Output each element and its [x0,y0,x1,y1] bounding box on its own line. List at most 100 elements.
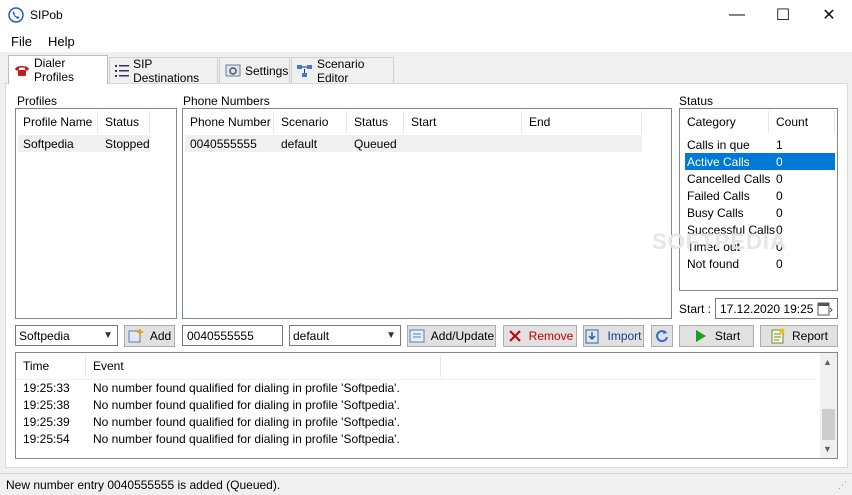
close-icon: ✕ [822,7,836,24]
scenario-cell: default [281,136,318,151]
log-event-cell: No number found qualified for dialing in… [93,431,400,446]
chevron-down-icon: ▼ [386,330,396,341]
scroll-thumb[interactable] [822,409,835,440]
add-update-label: Add/Update [430,329,495,343]
log-time-cell: 19:25:38 [23,397,70,412]
profiles-list[interactable]: Profile Name Status Softpedia Stopped [15,108,177,319]
maximize-button[interactable]: ☐ [760,0,806,30]
log-time-cell: 19:25:33 [23,380,70,395]
menu-bar [0,30,852,52]
column-header-status[interactable]: Status [347,111,404,133]
calendar-icon[interactable] [817,302,833,319]
maximize-icon: ☐ [775,7,791,24]
report-label: Report [791,329,829,343]
tab-label: Settings [245,63,289,78]
tab-label: Scenario Editor [317,56,365,85]
log-event-cell: No number found qualified for dialing in… [93,397,400,412]
category-cell: Cancelled Calls [687,171,771,186]
minimize-icon: — [729,6,745,23]
x-red-icon [507,328,523,344]
log-event-cell: No number found qualified for dialing in… [93,380,400,395]
phone-numbers-list[interactable]: Phone Number Scenario Status Start End 0… [182,108,672,319]
phone-red-icon [14,62,30,78]
import-icon [585,328,601,344]
start-button[interactable]: Start [679,325,754,347]
refresh-icon [654,328,670,344]
column-header-event[interactable]: Event [86,355,441,377]
minimize-button[interactable]: — [714,0,760,30]
scroll-down-icon[interactable]: ▼ [823,444,832,454]
tab-dialer-profiles[interactable]: Dialer Profiles [8,55,108,84]
column-header-start[interactable]: Start [404,111,522,133]
scenario-select[interactable]: default ▼ [289,325,401,346]
phone-numbers-label: Phone Numbers [183,94,270,108]
profile-select-value: Softpedia [19,328,70,343]
report-icon [770,328,786,344]
profile-select[interactable]: Softpedia ▼ [15,325,118,346]
flowchart-icon [297,63,313,79]
column-header-category[interactable]: Category [680,111,769,133]
add-profile-icon [128,328,144,344]
tab-scenario-editor[interactable]: Scenario Editor [291,56,394,85]
profile-status-cell: Stopped [105,136,150,151]
count-cell: 0 [776,171,783,186]
menu-file[interactable]: File [11,34,32,49]
start-date-picker[interactable]: 17.12.2020 19:25 [715,298,838,319]
column-header-status[interactable]: Status [98,111,150,133]
scenario-select-value: default [293,328,330,343]
column-header-end[interactable]: End [522,111,642,133]
count-cell: 0 [776,205,783,220]
category-cell: Failed Calls [687,188,750,203]
scroll-up-icon[interactable]: ▲ [823,357,832,367]
add-update-icon [409,328,425,344]
category-cell: Calls in que [687,137,750,152]
close-button[interactable]: ✕ [806,0,852,30]
log-event-cell: No number found qualified for dialing in… [93,414,400,429]
status-bar-text: New number entry 0040555555 is added (Qu… [6,478,281,492]
phone-app-icon [8,7,24,23]
start-date-value: 17.12.2020 19:25 [720,301,814,316]
add-label: Add [149,329,172,343]
event-log-list[interactable]: Time Event 19:25:33 No number found qual… [15,352,838,459]
remove-label: Remove [528,329,574,343]
remove-button[interactable]: Remove [503,325,577,347]
start-date-label: Start : [679,302,712,316]
play-green-icon [693,328,709,344]
refresh-button[interactable] [651,325,673,347]
column-header-count[interactable]: Count [769,111,835,133]
status-list[interactable]: Category Count Calls in que 1 Active Cal… [679,108,838,291]
category-cell: Busy Calls [687,205,744,220]
category-cell: Not found [687,256,740,271]
add-profile-button[interactable]: Add [124,325,175,347]
status-bar: New number entry 0040555555 is added (Qu… [0,473,852,495]
phone-number-input[interactable]: 0040555555 [182,325,283,346]
menu-help[interactable]: Help [48,34,75,49]
count-cell: 0 [776,154,783,169]
tab-sip-destinations[interactable]: SIP Destinations [109,56,218,85]
tab-settings[interactable]: Settings [219,57,290,83]
resize-grip-icon[interactable]: ⋰ [838,480,847,491]
list-icon [115,63,130,79]
column-header-phone-number[interactable]: Phone Number [183,111,274,133]
tab-label: SIP Destinations [133,56,200,85]
add-update-button[interactable]: Add/Update [407,325,496,347]
profiles-label: Profiles [17,94,58,108]
count-cell: 0 [776,188,783,203]
phone-number-input-value: 0040555555 [187,328,254,343]
phone-number-cell: 0040555555 [190,136,257,151]
log-time-cell: 19:25:54 [23,431,70,446]
count-cell: 0 [776,256,783,271]
import-button[interactable]: Import [583,325,644,347]
softpedia-watermark: SOFTPEDIA [652,229,787,254]
log-time-cell: 19:25:39 [23,414,70,429]
log-scrollbar[interactable]: ▲ ▼ [820,353,837,458]
settings-icon [225,63,241,79]
column-header-time[interactable]: Time [16,355,86,377]
profile-name-cell: Softpedia [23,136,74,151]
status-cell: Queued [354,136,397,151]
count-cell: 1 [776,137,783,152]
column-header-scenario[interactable]: Scenario [274,111,347,133]
window-title: SIPob [30,8,63,22]
report-button[interactable]: Report [760,325,838,347]
column-header-profile-name[interactable]: Profile Name [16,111,98,133]
